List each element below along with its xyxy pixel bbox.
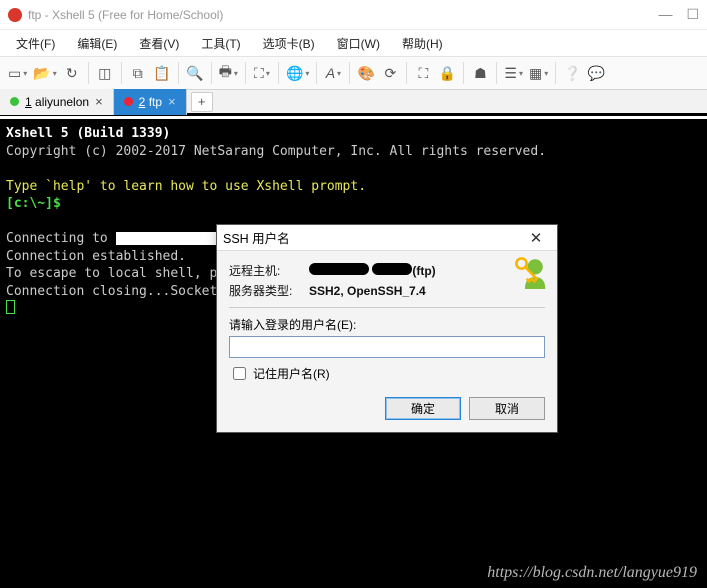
tab-close-button[interactable]: × — [95, 94, 103, 109]
window-title: ftp - Xshell 5 (Free for Home/School) — [28, 8, 223, 22]
username-input[interactable] — [229, 336, 545, 358]
watermark: https://blog.csdn.net/langyue919 — [487, 564, 697, 582]
toolbar-separator — [211, 62, 212, 84]
terminal-line: Xshell 5 (Build 1339) — [6, 126, 170, 141]
status-dot-connected-icon — [10, 97, 19, 106]
remember-username-input[interactable] — [233, 367, 246, 380]
window-split-button[interactable]: ☰ — [502, 61, 525, 85]
tab-session-1[interactable]: 1 aliyunelon × — [0, 89, 114, 115]
toolbar-separator — [121, 62, 122, 84]
language-button[interactable]: 🌐 — [284, 61, 311, 85]
app-icon — [8, 8, 22, 22]
minimize-button[interactable]: — — [658, 6, 672, 23]
font-button[interactable]: A — [322, 61, 344, 85]
print-button[interactable]: 🖶 — [217, 61, 240, 85]
refresh-button[interactable]: ⟳ — [379, 61, 401, 85]
status-dot-disconnected-icon — [124, 97, 133, 106]
terminal-cursor — [6, 300, 15, 314]
help-button[interactable]: ❔ — [561, 61, 583, 85]
chat-button[interactable]: 💬 — [585, 61, 607, 85]
toolbar-separator — [245, 62, 246, 84]
fullscreen-button[interactable]: ⛶ — [412, 61, 434, 85]
redacted-ip — [372, 263, 412, 275]
menu-tools[interactable]: 工具(T) — [191, 32, 250, 55]
menu-tabs[interactable]: 选项卡(B) — [253, 32, 325, 55]
server-type-label: 服务器类型: — [229, 282, 309, 299]
search-button[interactable]: 🔍 — [184, 61, 206, 85]
cancel-button[interactable]: 取消 — [469, 397, 545, 420]
ssh-username-dialog: SSH 用户名 ✕ 远程主机: (ftp) 服务器类型: SSH2, OpenS… — [216, 224, 558, 433]
terminal-line: Type `help' to learn how to use Xshell p… — [6, 179, 366, 194]
toolbar-separator — [88, 62, 89, 84]
tabstrip: 1 aliyunelon × 2 ftp × + — [0, 90, 707, 116]
redacted-ip — [309, 263, 369, 275]
open-button[interactable]: 📂 — [31, 61, 58, 85]
menu-view[interactable]: 查看(V) — [129, 32, 189, 55]
ok-button[interactable]: 确定 — [385, 397, 461, 420]
menu-window[interactable]: 窗口(W) — [327, 32, 390, 55]
layout-button[interactable]: ▦ — [527, 61, 550, 85]
copy-button[interactable]: ⧉ — [127, 61, 149, 85]
toolbar-separator — [555, 62, 556, 84]
toolbar-separator — [463, 62, 464, 84]
ssh-key-user-icon — [513, 255, 547, 289]
remote-host-label: 远程主机: — [229, 262, 309, 279]
terminal-prompt: [c:\~]$ — [6, 196, 61, 211]
dialog-titlebar[interactable]: SSH 用户名 ✕ — [217, 225, 557, 251]
window-titlebar: ftp - Xshell 5 (Free for Home/School) — … — [0, 0, 707, 30]
new-tab-button[interactable]: + — [191, 92, 213, 112]
dialog-separator — [229, 307, 545, 308]
terminal-line: Connection established. — [6, 249, 186, 264]
paste-button[interactable]: 📋 — [151, 61, 173, 85]
terminal-line: To escape to local shell, pres — [6, 266, 241, 281]
maximize-button[interactable]: ☐ — [686, 6, 699, 23]
toolbar-separator — [496, 62, 497, 84]
remote-host-value: (ftp) — [309, 263, 436, 278]
tab-session-2[interactable]: 2 ftp × — [114, 89, 187, 115]
dialog-title: SSH 用户名 — [223, 228, 290, 247]
tunnel-button[interactable]: ☗ — [469, 61, 491, 85]
remember-username-label: 记住用户名(R) — [253, 365, 330, 382]
username-prompt-label: 请输入登录的用户名(E): — [229, 316, 545, 333]
toolbar: ▭ 📂 ↻ ◫ ⧉ 📋 🔍 🖶 ⛶ 🌐 A 🎨 ⟳ ⛶ 🔒 ☗ ☰ ▦ ❔ 💬 — [0, 56, 707, 90]
toolbar-separator — [406, 62, 407, 84]
toolbar-separator — [316, 62, 317, 84]
toolbar-separator — [178, 62, 179, 84]
menu-edit[interactable]: 编辑(E) — [67, 32, 127, 55]
toolbar-separator — [278, 62, 279, 84]
menubar: 文件(F) 编辑(E) 查看(V) 工具(T) 选项卡(B) 窗口(W) 帮助(… — [0, 30, 707, 56]
screen-button[interactable]: ⛶ — [251, 61, 273, 85]
menu-file[interactable]: 文件(F) — [6, 32, 65, 55]
new-session-button[interactable]: ▭ — [6, 61, 29, 85]
disconnect-button[interactable]: ◫ — [94, 61, 116, 85]
tab-close-button[interactable]: × — [168, 94, 176, 109]
server-type-value: SSH2, OpenSSH_7.4 — [309, 284, 426, 298]
toolbar-separator — [349, 62, 350, 84]
reconnect-button[interactable]: ↻ — [61, 61, 83, 85]
dialog-close-button[interactable]: ✕ — [521, 229, 551, 247]
terminal-line: Connection closing...Socket cl — [6, 284, 241, 299]
color-button[interactable]: 🎨 — [355, 61, 377, 85]
remember-username-checkbox[interactable]: 记住用户名(R) — [229, 364, 545, 383]
terminal-line: Copyright (c) 2002-2017 NetSarang Comput… — [6, 144, 546, 159]
menu-help[interactable]: 帮助(H) — [392, 32, 453, 55]
lock-button[interactable]: 🔒 — [436, 61, 458, 85]
